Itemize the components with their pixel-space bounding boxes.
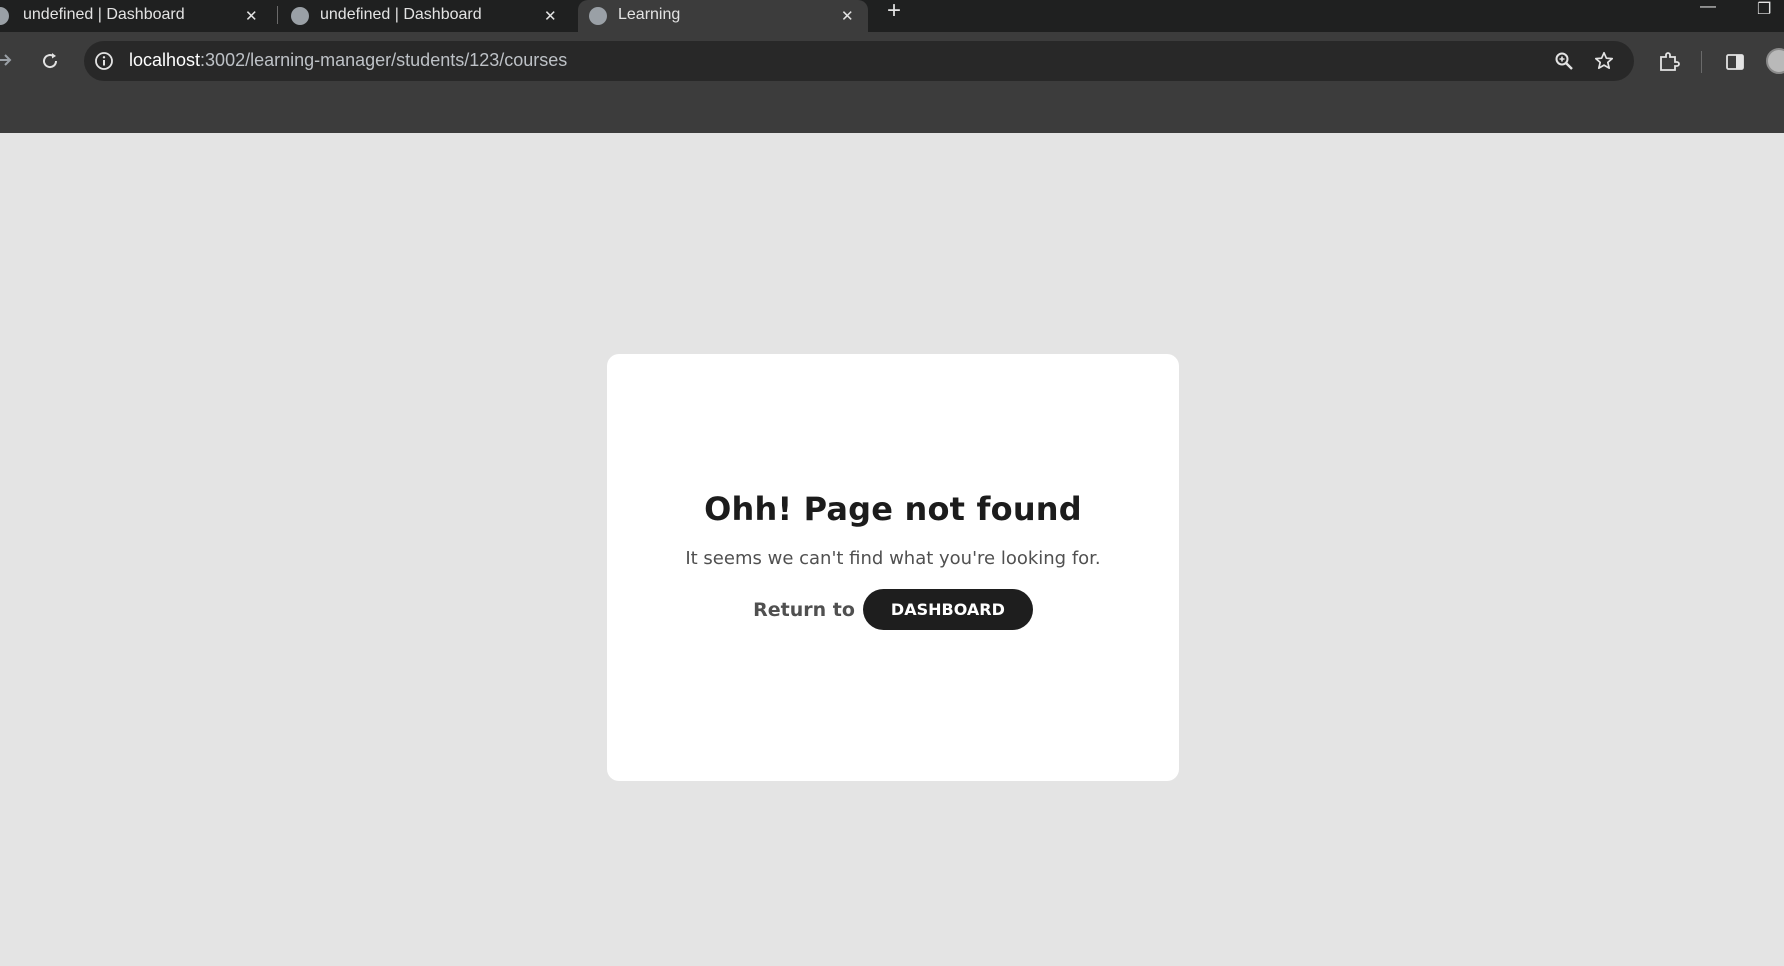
- toolbar-divider: [1701, 51, 1702, 73]
- info-icon[interactable]: [94, 51, 114, 71]
- globe-icon: [291, 7, 309, 25]
- return-label: Return to: [753, 598, 855, 621]
- globe-icon: [589, 7, 607, 25]
- return-row: Return to DASHBOARD: [607, 589, 1179, 630]
- page-title: Ohh! Page not found: [704, 490, 1082, 528]
- minimize-button[interactable]: —: [1700, 0, 1716, 16]
- tab-dashboard-1[interactable]: undefined | Dashboard ✕: [0, 0, 270, 32]
- browser-toolbar: localhost:3002/learning-manager/students…: [0, 32, 1784, 133]
- dashboard-button[interactable]: DASHBOARD: [862, 589, 1033, 630]
- tab-learning[interactable]: Learning ✕: [578, 0, 868, 32]
- error-message: It seems we can't find what you're looki…: [685, 548, 1101, 569]
- tab-title: undefined | Dashboard: [320, 6, 482, 23]
- tab-strip: undefined | Dashboard ✕ undefined | Dash…: [0, 0, 1784, 32]
- globe-icon: [0, 7, 9, 25]
- tab-dashboard-2[interactable]: undefined | Dashboard ✕: [282, 0, 562, 32]
- address-bar[interactable]: localhost:3002/learning-manager/students…: [84, 41, 1634, 81]
- arrow-right-icon[interactable]: [0, 51, 14, 69]
- restore-button[interactable]: ❐: [1757, 0, 1771, 19]
- url-host: localhost: [129, 50, 201, 70]
- tab-divider: [277, 6, 278, 24]
- star-icon[interactable]: [1594, 51, 1614, 71]
- url-path: :3002/learning-manager/students/123/cour…: [200, 50, 568, 70]
- close-icon[interactable]: ✕: [841, 7, 854, 25]
- not-found-card: Ohh! Page not found It seems we can't fi…: [607, 354, 1179, 781]
- avatar[interactable]: [1766, 48, 1784, 74]
- url-text[interactable]: localhost:3002/learning-manager/students…: [129, 50, 567, 71]
- sidepanel-icon[interactable]: [1725, 52, 1745, 72]
- close-icon[interactable]: ✕: [245, 7, 258, 25]
- tab-title: undefined | Dashboard: [23, 6, 185, 23]
- tab-title: Learning: [618, 6, 681, 23]
- reload-icon[interactable]: [40, 51, 60, 71]
- puzzle-icon[interactable]: [1658, 51, 1680, 73]
- zoom-icon[interactable]: [1554, 51, 1574, 71]
- close-icon[interactable]: ✕: [544, 7, 557, 25]
